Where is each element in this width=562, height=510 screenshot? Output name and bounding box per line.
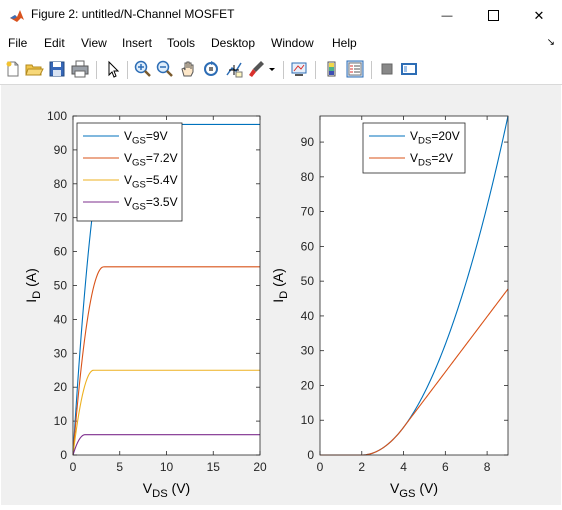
y-tick-label: 30 <box>301 344 315 358</box>
y-tick-label: 80 <box>301 170 315 184</box>
y-tick-label: 30 <box>54 346 68 360</box>
menu-file[interactable]: File <box>8 36 27 50</box>
hide-plot-tools-icon[interactable] <box>377 59 397 79</box>
y-tick-label: 60 <box>301 239 315 253</box>
toolbar-separator <box>96 61 97 79</box>
x-tick-label: 8 <box>484 460 491 474</box>
y-tick-label: 40 <box>301 309 315 323</box>
x-tick-label: 4 <box>400 460 407 474</box>
menu-edit[interactable]: Edit <box>44 36 65 50</box>
y-tick-label: 80 <box>54 177 68 191</box>
y-tick-label: 20 <box>301 378 315 392</box>
matlab-logo-icon <box>10 10 24 22</box>
toolbar-separator <box>315 61 316 79</box>
x-tick-label: 0 <box>70 460 77 474</box>
close-button[interactable]: ✕ <box>516 0 562 31</box>
y-tick-label: 0 <box>307 448 314 462</box>
new-figure-icon[interactable] <box>3 59 23 79</box>
pointer-icon[interactable] <box>103 59 123 79</box>
x-tick-label: 0 <box>317 460 324 474</box>
x-axis-label: VGS (V) <box>390 480 438 500</box>
legend[interactable]: VGS=9VVGS=7.2VVGS=5.4VVGS=3.5V <box>76 122 183 222</box>
legend[interactable]: VDS=20VVDS=2V <box>362 122 466 174</box>
x-axis-label: VDS (V) <box>143 480 190 500</box>
maximize-icon <box>487 10 499 21</box>
figure-canvas: 0 5 10 15 20 0 10 20 30 40 50 60 70 80 90 100 VDS (V) ID … <box>1 85 561 505</box>
menu-tools[interactable]: Tools <box>167 36 195 50</box>
data-cursor-icon[interactable] <box>224 59 244 79</box>
rotate-3d-icon[interactable] <box>201 59 221 79</box>
pan-hand-icon[interactable] <box>178 59 198 79</box>
link-plot-icon[interactable] <box>289 59 309 79</box>
y-tick-label: 60 <box>54 245 68 259</box>
y-axis-label: ID (A) <box>270 268 290 303</box>
colorbar-icon[interactable] <box>322 59 342 79</box>
legend-icon[interactable] <box>345 59 365 79</box>
y-tick-label: 10 <box>54 414 68 428</box>
undock-arrow-icon[interactable]: ↘ <box>547 37 555 48</box>
menu-insert[interactable]: Insert <box>122 36 152 50</box>
title-bar: Figure 2: untitled/N-Channel MOSFET — ✕ <box>0 0 562 31</box>
y-tick-label: 10 <box>301 413 315 427</box>
x-tick-label: 15 <box>207 460 221 474</box>
y-tick-label: 0 <box>60 448 67 462</box>
print-icon[interactable] <box>70 59 90 79</box>
plot-axes-1[interactable]: 0 5 10 15 20 0 10 20 30 40 50 60 70 80 90 100 VDS (V) ID … <box>23 109 267 500</box>
plot-axes-2[interactable]: 0 2 4 6 80102030405060708090VGS (V)ID (A)VDS… <box>270 115 509 500</box>
toolbar <box>0 55 562 85</box>
menu-view[interactable]: View <box>81 36 107 50</box>
y-tick-label: 20 <box>54 380 68 394</box>
menu-help[interactable]: Help <box>332 36 357 50</box>
minimize-icon: — <box>441 9 453 22</box>
y-tick-label: 90 <box>301 135 315 149</box>
y-axis-label: ID (A) <box>23 268 43 303</box>
save-icon[interactable] <box>47 59 67 79</box>
x-tick-label: 6 <box>442 460 449 474</box>
minimize-button[interactable]: — <box>424 0 470 31</box>
toolbar-separator <box>371 61 372 79</box>
menu-desktop[interactable]: Desktop <box>211 36 255 50</box>
y-tick-label: 40 <box>54 312 68 326</box>
y-tick-label: 70 <box>301 205 315 219</box>
menu-window[interactable]: Window <box>271 36 314 50</box>
menu-bar: File Edit View Insert Tools Desktop Wind… <box>0 31 562 55</box>
x-tick-label: 20 <box>253 460 267 474</box>
y-tick-label: 100 <box>47 109 67 123</box>
y-tick-label: 50 <box>54 279 68 293</box>
x-tick-label: 2 <box>358 460 365 474</box>
show-plot-tools-icon[interactable] <box>399 59 419 79</box>
window-title: Figure 2: untitled/N-Channel MOSFET <box>31 7 235 21</box>
y-tick-label: 70 <box>54 211 68 225</box>
toolbar-separator <box>283 61 284 79</box>
zoom-out-icon[interactable] <box>155 59 175 79</box>
y-tick-label: 50 <box>301 274 315 288</box>
brush-icon[interactable] <box>247 59 267 79</box>
figure-svg: 0 5 10 15 200102030405060708090100VDS (V)ID … <box>23 109 509 500</box>
brush-dropdown-icon[interactable] <box>267 59 277 79</box>
y-tick-label: 90 <box>54 143 68 157</box>
x-tick-label: 5 <box>116 460 123 474</box>
open-file-icon[interactable] <box>24 59 44 79</box>
zoom-in-icon[interactable] <box>133 59 153 79</box>
close-icon: ✕ <box>533 7 545 23</box>
maximize-button[interactable] <box>470 0 516 31</box>
toolbar-separator <box>127 61 128 79</box>
x-tick-label: 10 <box>160 460 174 474</box>
